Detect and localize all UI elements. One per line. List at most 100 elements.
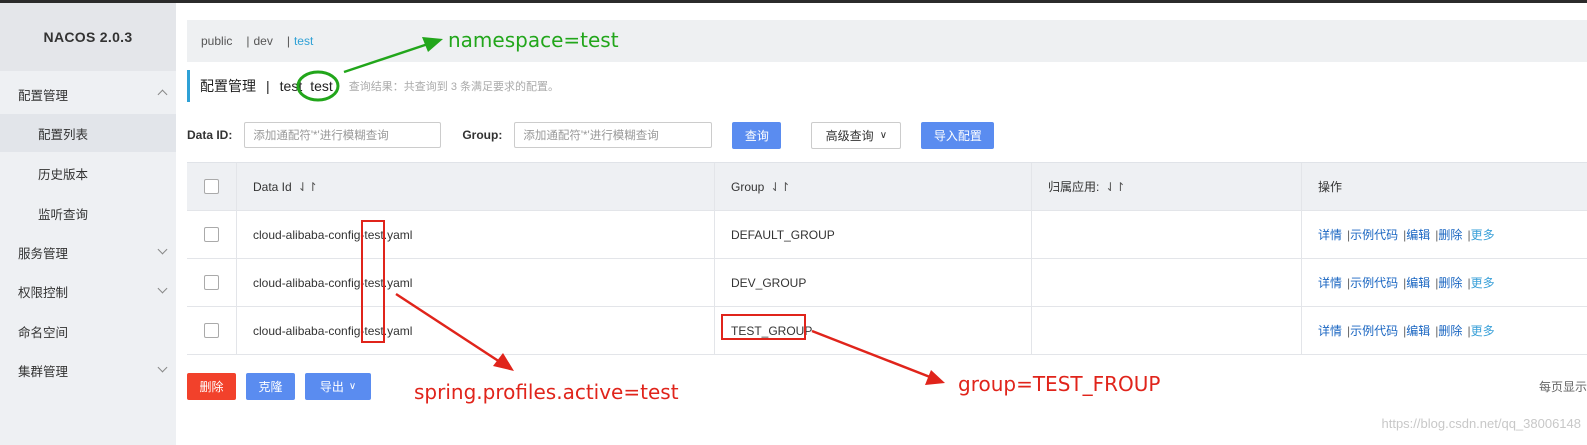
profile-arrow-head xyxy=(493,353,514,371)
query-button[interactable]: 查询 xyxy=(732,121,782,149)
filter-bar: Data ID: 添加通配符'*'进行模糊查询 Group: 添加通配符'*'进… xyxy=(187,120,995,150)
data-id-cell: cloud-alibaba-config-test.yaml xyxy=(237,259,715,306)
group-input[interactable]: 添加通配符'*'进行模糊查询 xyxy=(514,122,713,148)
namespace-dev[interactable]: dev xyxy=(253,34,272,48)
delete-link[interactable]: 删除 xyxy=(1438,226,1462,243)
chevron-up-icon xyxy=(157,89,168,100)
namespace-annotation: namespace=test xyxy=(448,28,619,52)
group-label: Group: xyxy=(462,128,503,142)
edit-link[interactable]: 编辑 xyxy=(1406,226,1430,243)
delete-link[interactable]: 删除 xyxy=(1438,274,1462,291)
more-link[interactable]: 更多 xyxy=(1471,322,1495,339)
column-label: 操作 xyxy=(1318,180,1343,194)
header-data-id[interactable]: Data Id ⇃↾ xyxy=(237,163,715,210)
namespace-name: test xyxy=(279,78,303,94)
detail-link[interactable]: 详情 xyxy=(1318,226,1342,243)
edit-link[interactable]: 编辑 xyxy=(1406,322,1430,339)
namespace-separator: | xyxy=(286,34,290,48)
more-link[interactable]: 更多 xyxy=(1471,274,1495,291)
sidebar-item-label: 服务管理 xyxy=(18,246,69,261)
sort-icon[interactable]: ⇃↾ xyxy=(298,180,318,194)
group-annotation: group=TEST_FROUP xyxy=(958,372,1161,396)
sidebar-item-config-management[interactable]: 配置管理 xyxy=(0,75,176,113)
column-label: Data Id xyxy=(253,179,292,194)
sidebar-item-label: 命名空间 xyxy=(18,325,69,340)
table-row: cloud-alibaba-config-test.yaml TEST_GROU… xyxy=(187,307,1587,355)
window-top-border xyxy=(0,0,1587,3)
group-cell: DEV_GROUP xyxy=(715,259,1032,306)
column-label: 归属应用: xyxy=(1048,180,1100,194)
namespace-public[interactable]: public xyxy=(201,34,232,48)
sidebar-item-label: 集群管理 xyxy=(18,364,69,379)
app-cell xyxy=(1032,259,1302,306)
namespace-test[interactable]: test xyxy=(294,34,313,48)
title-separator: | xyxy=(266,78,270,94)
row-checkbox[interactable] xyxy=(204,227,219,242)
column-label: Group xyxy=(731,179,765,194)
header-checkbox-cell xyxy=(187,163,237,210)
group-cell: DEFAULT_GROUP xyxy=(715,211,1032,258)
group-arrow-head xyxy=(925,370,945,385)
chevron-down-icon xyxy=(157,362,168,373)
data-id-label: Data ID: xyxy=(187,128,233,142)
sidebar-item-cluster-management[interactable]: 集群管理 xyxy=(0,351,176,389)
group-highlight-box xyxy=(721,314,806,340)
row-checkbox[interactable] xyxy=(204,323,219,338)
export-button[interactable]: 导出 ∨ xyxy=(305,373,371,400)
detail-link[interactable]: 详情 xyxy=(1318,274,1342,291)
sidebar-item-listener-query[interactable]: 监听查询 xyxy=(0,194,176,232)
header-group[interactable]: Group ⇃↾ xyxy=(715,163,1032,210)
clone-button[interactable]: 克隆 xyxy=(246,373,295,400)
bulk-delete-button[interactable]: 删除 xyxy=(187,373,236,400)
delete-link[interactable]: 删除 xyxy=(1438,322,1462,339)
sidebar-item-label: 历史版本 xyxy=(38,167,89,182)
actions-cell: 详情 | 示例代码 | 编辑 | 删除 | 更多 xyxy=(1302,211,1587,258)
data-id-input[interactable]: 添加通配符'*'进行模糊查询 xyxy=(244,122,442,148)
chevron-down-icon xyxy=(157,244,168,255)
data-id-cell: cloud-alibaba-config-test.yaml xyxy=(237,307,715,354)
sidebar-item-label: 权限控制 xyxy=(18,285,69,300)
sidebar-item-service-management[interactable]: 服务管理 xyxy=(0,233,176,271)
sample-code-link[interactable]: 示例代码 xyxy=(1350,322,1398,339)
more-link[interactable]: 更多 xyxy=(1471,226,1495,243)
row-checkbox-cell xyxy=(187,259,237,306)
chevron-down-icon: ∨ xyxy=(879,129,888,141)
brand-logo: NACOS 2.0.3 xyxy=(0,3,176,71)
sort-icon[interactable]: ⇃↾ xyxy=(1105,180,1125,194)
sample-code-link[interactable]: 示例代码 xyxy=(1350,274,1398,291)
namespace-bar: public | dev | test xyxy=(187,20,1587,62)
sidebar-item-namespace[interactable]: 命名空间 xyxy=(0,312,176,350)
profile-highlight-box xyxy=(361,220,385,343)
namespace-separator: | xyxy=(246,34,250,48)
sidebar-item-config-list[interactable]: 配置列表 xyxy=(0,114,176,152)
table-row: cloud-alibaba-config-test.yaml DEFAULT_G… xyxy=(187,211,1587,259)
page-size-label: 每页显示 xyxy=(1538,380,1587,394)
table-row: cloud-alibaba-config-test.yaml DEV_GROUP… xyxy=(187,259,1587,307)
edit-link[interactable]: 编辑 xyxy=(1406,274,1430,291)
sample-code-link[interactable]: 示例代码 xyxy=(1350,226,1398,243)
import-config-button[interactable]: 导入配置 xyxy=(921,121,995,149)
watermark: https://blog.csdn.net/qq_38006148 xyxy=(1381,416,1582,431)
chevron-down-icon xyxy=(157,283,168,294)
detail-link[interactable]: 详情 xyxy=(1318,322,1342,339)
header-app[interactable]: 归属应用: ⇃↾ xyxy=(1032,163,1302,210)
config-table: Data Id ⇃↾ Group ⇃↾ 归属应用: ⇃↾ 操作 cloud-aliba… xyxy=(187,162,1587,355)
sidebar: NACOS 2.0.3 配置管理 配置列表 历史版本 监听查询 服务管理 权限控… xyxy=(0,3,176,445)
sidebar-item-access-control[interactable]: 权限控制 xyxy=(0,272,176,310)
sidebar-item-history[interactable]: 历史版本 xyxy=(0,154,176,192)
select-all-checkbox[interactable] xyxy=(204,179,219,194)
profile-annotation: spring.profiles.active=test xyxy=(414,380,679,404)
row-checkbox-cell xyxy=(187,307,237,354)
row-checkbox[interactable] xyxy=(204,275,219,290)
sort-icon[interactable]: ⇃↾ xyxy=(770,180,790,194)
row-checkbox-cell xyxy=(187,211,237,258)
sidebar-item-label: 监听查询 xyxy=(38,207,89,222)
actions-cell: 详情 | 示例代码 | 编辑 | 删除 | 更多 xyxy=(1302,307,1587,354)
actions-cell: 详情 | 示例代码 | 编辑 | 删除 | 更多 xyxy=(1302,259,1587,306)
page-title: 配置管理 xyxy=(200,78,256,94)
chevron-down-icon: ∨ xyxy=(348,381,357,392)
query-result-hint: 查询结果：共查询到 3 条满足要求的配置。 xyxy=(348,81,560,93)
app-cell xyxy=(1032,211,1302,258)
namespace-id: test xyxy=(310,78,333,94)
advanced-query-button[interactable]: 高级查询 ∨ xyxy=(811,121,902,149)
